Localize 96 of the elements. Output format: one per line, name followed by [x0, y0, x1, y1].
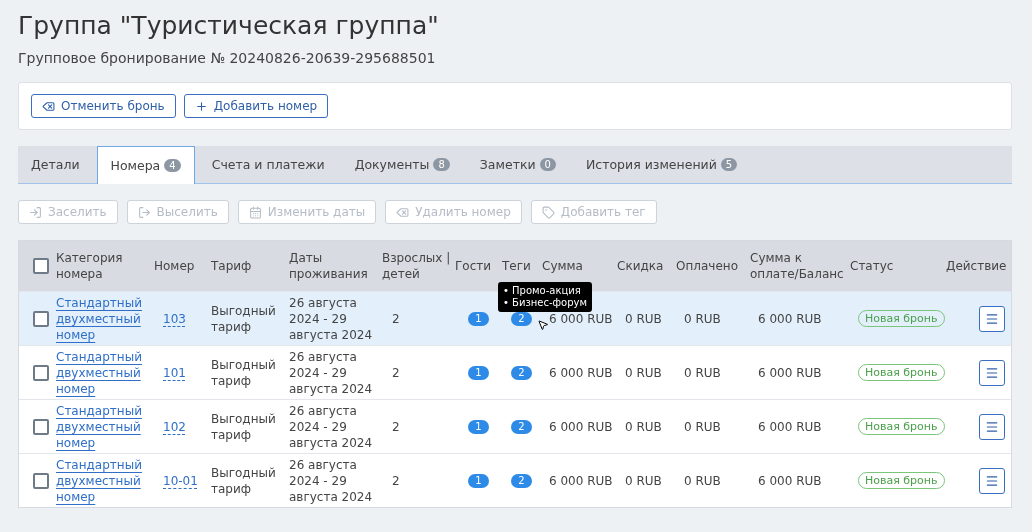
column-header: Сумма к оплате/Баланс: [750, 250, 845, 282]
table-cell-text: 0 RUB: [624, 364, 663, 381]
table-cell-text: 26 августа 2024 - 29 августа 2024: [289, 402, 374, 451]
table-row[interactable]: Стандартный двухместный номер 101 Выгодный тариф 26 августа 2024 - 29 августа 2024 2 1 2 6 000 RUB 0 RUB 0 RUB 6 000 RUB Новая бронь: [19, 345, 1011, 399]
count-badge: 8: [433, 158, 450, 171]
menu-button[interactable]: [979, 467, 1005, 494]
column-header: Категория номера: [56, 250, 124, 282]
guests-badge[interactable]: 1: [468, 365, 489, 380]
column-header: Даты проживания: [289, 250, 369, 282]
menu-icon: [985, 365, 999, 380]
room-category-link[interactable]: Стандартный двухместный номер: [56, 456, 154, 505]
row-checkbox[interactable]: [33, 310, 49, 327]
menu-button[interactable]: [979, 305, 1005, 332]
column-header: Статус: [850, 258, 895, 274]
room-number-link[interactable]: 102: [163, 418, 186, 435]
logout-icon: [137, 205, 151, 219]
booking-number: Групповое бронирование № 20240826-20639-295688501: [18, 50, 437, 66]
guests-badge[interactable]: 1: [468, 419, 489, 434]
table-row[interactable]: Стандартный двухместный номер 10-01 Выгодный тариф 26 августа 2024 - 29 августа 2024 2 1 2 6 000 RUB 0 RUB 0 RUB 6 000 RUB Новая бронь: [19, 453, 1011, 507]
table-cell-text: 0 RUB: [683, 418, 722, 435]
tags-badge[interactable]: 2: [511, 473, 532, 488]
tab[interactable]: История изменений 5: [572, 146, 751, 183]
column-header: Взрослых | детей: [382, 250, 452, 282]
table-cell-text: 2: [391, 310, 401, 327]
row-checkbox[interactable]: [33, 418, 49, 435]
table-row[interactable]: Стандартный двухместный номер 102 Выгодный тариф 26 августа 2024 - 29 августа 2024 2 1 2 6 000 RUB 0 RUB 0 RUB 6 000 RUB Новая бронь: [19, 399, 1011, 453]
menu-icon: [985, 419, 999, 434]
count-badge: 0: [539, 158, 556, 171]
room-category-link[interactable]: Стандартный двухместный номер: [56, 348, 154, 397]
plus-icon: [194, 99, 208, 113]
column-header: Номер: [154, 258, 196, 274]
cancel-booking-button[interactable]: Отменить бронь: [31, 94, 176, 118]
table-cell-text: 6 000 RUB: [757, 364, 823, 381]
column-header: Сумма: [542, 258, 584, 274]
table-cell: 6 000 RUB: [549, 472, 613, 489]
table-cell-text: 6 000 RUB: [757, 310, 823, 327]
select-all-checkbox[interactable]: [33, 258, 49, 274]
row-checkbox[interactable]: [33, 364, 49, 381]
column-header: Действие: [946, 258, 1008, 274]
tooltip-line: • Промо-акция: [503, 285, 582, 297]
room-category-link[interactable]: Стандартный двухместный номер: [56, 402, 154, 451]
tab[interactable]: Счета и платежи: [198, 146, 338, 183]
guests-badge[interactable]: 1: [468, 311, 489, 326]
table-cell-text: 2: [391, 364, 401, 381]
backspace-icon: [396, 205, 410, 219]
tags-badge[interactable]: 2: [511, 365, 532, 380]
table-cell-text: Выгодный тариф: [211, 302, 277, 335]
page-title: Группа "Туристическая группа": [18, 10, 440, 42]
count-badge: 4: [164, 159, 181, 172]
column-header: Гости: [455, 258, 493, 274]
room-number-link[interactable]: 10-01: [163, 472, 198, 489]
table-cell-text: 0 RUB: [683, 310, 722, 327]
room-number-link[interactable]: 101: [163, 364, 186, 381]
menu-icon: [985, 473, 999, 488]
table-cell-text: Выгодный тариф: [211, 464, 277, 497]
table-cell-text: Выгодный тариф: [211, 410, 277, 443]
table-cell-text: 0 RUB: [624, 472, 663, 489]
table-cell-text: 6 000 RUB: [757, 472, 823, 489]
table-cell-text: 0 RUB: [624, 418, 663, 435]
room-category-link[interactable]: Стандартный двухместный номер: [56, 294, 154, 343]
calendar-icon: [248, 205, 262, 219]
tags-badge[interactable]: 2: [511, 419, 532, 434]
menu-button[interactable]: [979, 359, 1005, 386]
table-cell-text: 26 августа 2024 - 29 августа 2024: [289, 348, 374, 397]
menu-icon: [985, 311, 999, 326]
tab[interactable]: Документы 8: [341, 146, 463, 183]
tag-icon: [541, 205, 555, 219]
cursor-icon: [537, 319, 549, 331]
table-cell-text: Выгодный тариф: [211, 356, 277, 389]
guests-badge[interactable]: 1: [468, 473, 489, 488]
menu-button[interactable]: [979, 413, 1005, 440]
table-cell: 6 000 RUB: [549, 310, 613, 327]
table-cell: 6 000 RUB: [549, 418, 613, 435]
column-header: Оплачено: [676, 258, 739, 274]
backspace-icon: [42, 99, 55, 113]
room-number-link[interactable]: 103: [163, 310, 186, 327]
table-cell-text: 26 августа 2024 - 29 августа 2024: [289, 294, 374, 343]
table-cell: 6 000 RUB: [549, 364, 613, 381]
column-header: Тариф: [211, 258, 253, 274]
row-checkbox[interactable]: [33, 472, 49, 489]
table-cell-text: 0 RUB: [683, 472, 722, 489]
login-icon: [29, 205, 42, 219]
tooltip-line: • Бизнес-форум: [503, 297, 588, 309]
table-cell-text: 2: [391, 472, 401, 489]
column-header: Теги: [502, 258, 532, 274]
tab[interactable]: Детали: [18, 146, 93, 183]
tab[interactable]: Номера 4: [96, 146, 195, 184]
column-header: Скидка: [617, 258, 665, 274]
table-cell-text: 26 августа 2024 - 29 августа 2024: [289, 456, 374, 505]
table-cell-text: 0 RUB: [624, 310, 663, 327]
table-cell-text: 6 000 RUB: [757, 418, 823, 435]
table-cell-text: 0 RUB: [683, 364, 722, 381]
tab[interactable]: Заметки 0: [466, 146, 569, 183]
add-room-button[interactable]: Добавить номер: [183, 94, 329, 118]
count-badge: 5: [720, 158, 738, 171]
table-cell-text: 2: [391, 418, 401, 435]
